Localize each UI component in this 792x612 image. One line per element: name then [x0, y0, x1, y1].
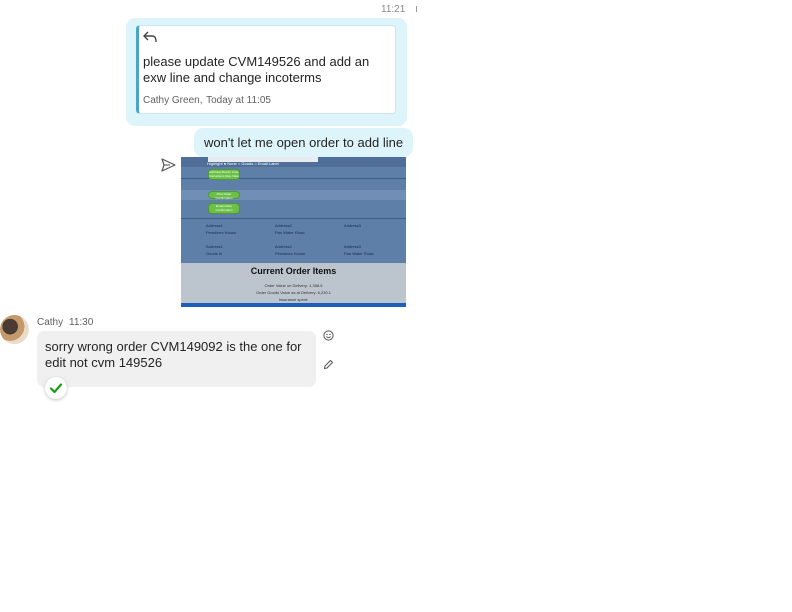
quoted-time: Today at 11:05	[206, 95, 271, 106]
screenshot-label: Address3	[344, 244, 361, 249]
screenshot-button-print: Print Order Confirmation	[208, 191, 240, 200]
message-time: 11:30	[69, 317, 94, 328]
check-icon	[49, 383, 63, 394]
screenshot-label: Address3	[344, 223, 361, 228]
outgoing-message-bubble[interactable]: won't let me open order to add line	[194, 128, 414, 157]
read-receipt-mark	[416, 6, 417, 12]
screenshot-label: Address1	[206, 223, 223, 228]
highlight-option-none: None	[227, 161, 237, 166]
highlight-option-goods: Goods	[241, 161, 254, 166]
screenshot-title: Current Order Items	[250, 266, 337, 276]
sender-name: Cathy	[37, 317, 64, 328]
screenshot-info-line: Insurance spent:	[278, 297, 309, 302]
message-timestamp: 11:21	[381, 4, 406, 15]
screenshot-label: Goods In	[206, 251, 223, 256]
screenshot-highlight-row: Highlight ● None ○ Goods ○ Email Label	[207, 161, 279, 166]
screenshot-button-return: Add New Return Cust. Instructions Req. N…	[208, 169, 240, 180]
quoted-message-text: please update CVM149526 and add an exw l…	[143, 54, 370, 85]
read-status-badge	[45, 377, 67, 399]
screenshot-label: Pan Water Road	[344, 251, 374, 256]
quoted-message-meta: Cathy Green, Today at 11:05	[143, 95, 271, 106]
reply-arrow-icon	[143, 31, 157, 43]
screenshot-label: Pennlines House	[206, 230, 237, 235]
emoji-icon[interactable]	[323, 330, 334, 341]
avatar[interactable]	[0, 315, 29, 344]
incoming-message-text: sorry wrong order CVM149092 is the one f…	[45, 339, 302, 370]
highlight-option-email: Email Label	[257, 161, 279, 166]
screenshot-bottom-bar	[181, 303, 406, 307]
screenshot-label: Address1	[206, 244, 223, 249]
send-icon[interactable]	[161, 158, 176, 172]
screenshot-label: Pennlines House	[275, 251, 306, 256]
screenshot-info-line: Order Value on Delivery: 1,358.5	[264, 283, 323, 288]
highlight-label: Highlight	[207, 161, 223, 166]
quoted-sender: Cathy Green	[143, 95, 200, 106]
screenshot-label: Address2	[275, 223, 292, 228]
screenshot-label: Address2	[275, 244, 292, 249]
screenshot-label: Pan Water Road	[275, 230, 305, 235]
screenshot-attachment[interactable]: Highlight ● None ○ Goods ○ Email Label A…	[181, 157, 406, 307]
pencil-icon[interactable]	[323, 359, 334, 370]
screenshot-info-line: Order Goods Value as at Delivery: 6,230.…	[255, 290, 332, 295]
screenshot-button-email: Email Order Confirmation	[208, 203, 240, 214]
screenshot-divider	[181, 218, 406, 219]
